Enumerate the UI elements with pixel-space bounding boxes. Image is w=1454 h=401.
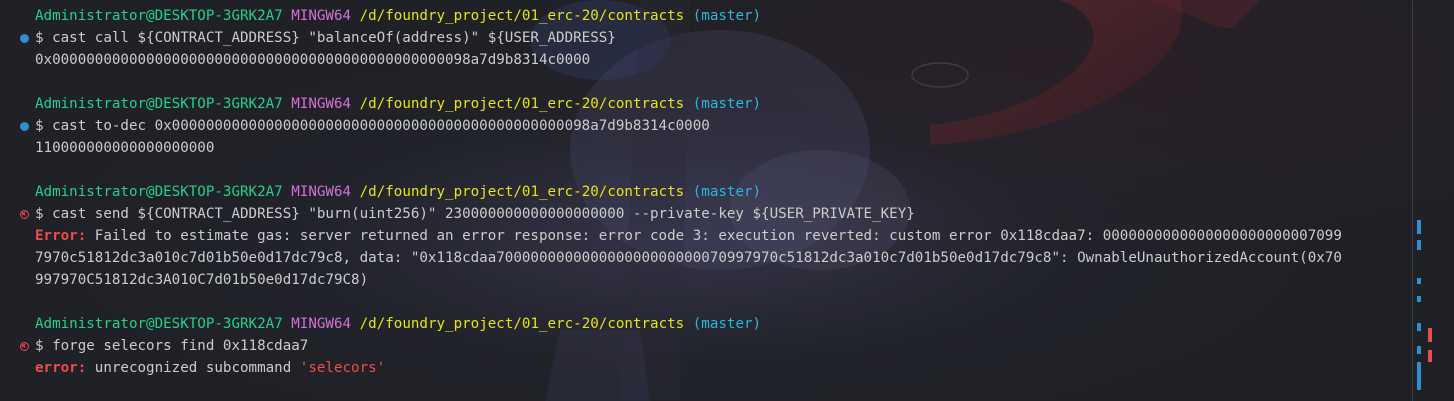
error-text: 7970c51812dc3a010c7d01b50e0d17dc79c8, da… [35,250,1342,266]
prompt-path: /d/foundry_project/01_erc-20/contracts [359,8,685,24]
prompt-line: Administrator@DESKTOP-3GRK2A7 MINGW64 /d… [0,313,1410,335]
error-label: Error: [35,228,87,244]
overview-ruler-mark [1417,323,1421,331]
terminal-panel[interactable]: Administrator@DESKTOP-3GRK2A7 MINGW64 /d… [0,0,1454,401]
scrollbar-track[interactable] [1412,0,1413,401]
prompt-line: Administrator@DESKTOP-3GRK2A7 MINGW64 /d… [0,93,1410,115]
error-circle-icon[interactable] [18,203,30,225]
prompt-line: Administrator@DESKTOP-3GRK2A7 MINGW64 /d… [0,181,1410,203]
command-text: $ cast to-dec 0x000000000000000000000000… [35,118,710,134]
command-output: 110000000000000000000 [0,137,1410,159]
error-quote: 'selecors' [299,360,386,376]
overview-ruler-mark [1428,328,1432,342]
prompt-user: Administrator@DESKTOP-3GRK2A7 [35,96,283,112]
prompt-env: MINGW64 [291,96,352,112]
prompt-branch: (master) [692,96,762,112]
error-output: Error: Failed to estimate gas: server re… [0,225,1410,247]
scrollbar[interactable] [1414,0,1454,401]
command-line[interactable]: $ cast send ${CONTRACT_ADDRESS} "burn(ui… [0,203,1410,225]
output-text: 110000000000000000000 [35,140,215,156]
error-output: 997970C51812dc3A010C7d01b50e0d17dc79C8) [0,269,1410,291]
prompt-line: Administrator@DESKTOP-3GRK2A7 MINGW64 /d… [0,5,1410,27]
command-output: 0x00000000000000000000000000000000000000… [0,49,1410,71]
error-text: 997970C51812dc3A010C7d01b50e0d17dc79C8) [35,272,369,288]
command-line[interactable]: $ cast to-dec 0x000000000000000000000000… [0,115,1410,137]
overview-ruler-mark [1417,346,1421,354]
prompt-path: /d/foundry_project/01_erc-20/contracts [359,96,685,112]
prompt-branch: (master) [692,316,762,332]
prompt-path: /d/foundry_project/01_erc-20/contracts [359,184,685,200]
overview-ruler-mark [1428,350,1432,362]
overview-ruler-mark [1417,296,1421,302]
command-text: $ cast send ${CONTRACT_ADDRESS} "burn(ui… [35,206,915,222]
error-text: unrecognized subcommand [86,360,300,376]
success-dot-icon[interactable] [18,115,30,137]
error-label: error: [35,360,87,376]
prompt-user: Administrator@DESKTOP-3GRK2A7 [35,316,283,332]
error-text: Failed to estimate gas: server returned … [86,228,1342,244]
overview-ruler-mark [1417,278,1421,284]
prompt-path: /d/foundry_project/01_erc-20/contracts [359,316,685,332]
prompt-user: Administrator@DESKTOP-3GRK2A7 [35,184,283,200]
prompt-branch: (master) [692,8,762,24]
success-dot-icon[interactable] [18,27,30,49]
prompt-env: MINGW64 [291,8,352,24]
prompt-env: MINGW64 [291,184,352,200]
overview-ruler-mark [1417,240,1421,250]
prompt-branch: (master) [692,184,762,200]
prompt-env: MINGW64 [291,316,352,332]
error-circle-icon[interactable] [18,335,30,357]
error-output: 7970c51812dc3a010c7d01b50e0d17dc79c8, da… [0,247,1410,269]
command-text: $ cast call ${CONTRACT_ADDRESS} "balance… [35,30,616,46]
terminal-output[interactable]: Administrator@DESKTOP-3GRK2A7 MINGW64 /d… [0,5,1410,379]
prompt-user: Administrator@DESKTOP-3GRK2A7 [35,8,283,24]
output-text: 0x00000000000000000000000000000000000000… [35,52,591,68]
command-line[interactable]: $ cast call ${CONTRACT_ADDRESS} "balance… [0,27,1410,49]
error-output: error: unrecognized subcommand 'selecors… [0,357,1410,379]
overview-ruler-mark [1417,220,1421,234]
overview-ruler-mark [1417,362,1421,390]
command-line[interactable]: $ forge selecors find 0x118cdaa7 [0,335,1410,357]
command-text: $ forge selecors find 0x118cdaa7 [35,338,309,354]
